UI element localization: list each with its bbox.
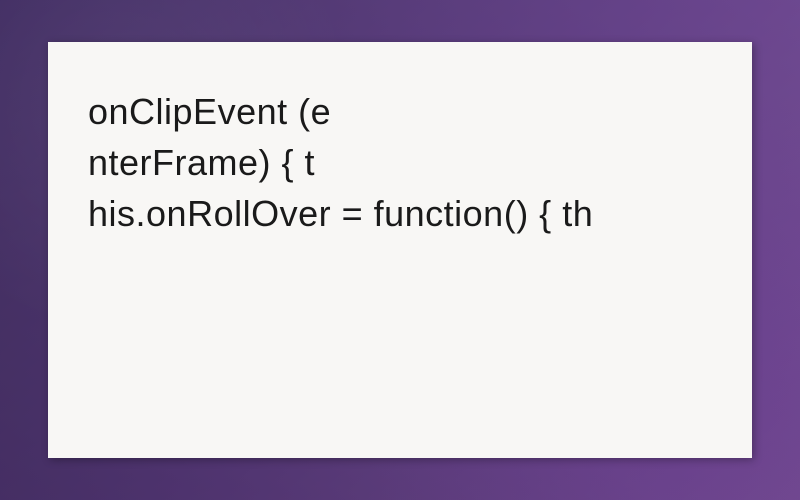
code-line-3: his.onRollOver = function() { th <box>88 188 712 239</box>
code-text: onClipEvent (e nterFrame) { t his.onRoll… <box>48 42 752 283</box>
text-card: onClipEvent (e nterFrame) { t his.onRoll… <box>48 42 752 458</box>
code-line-1: onClipEvent (e <box>88 86 712 137</box>
code-line-2: nterFrame) { t <box>88 137 712 188</box>
